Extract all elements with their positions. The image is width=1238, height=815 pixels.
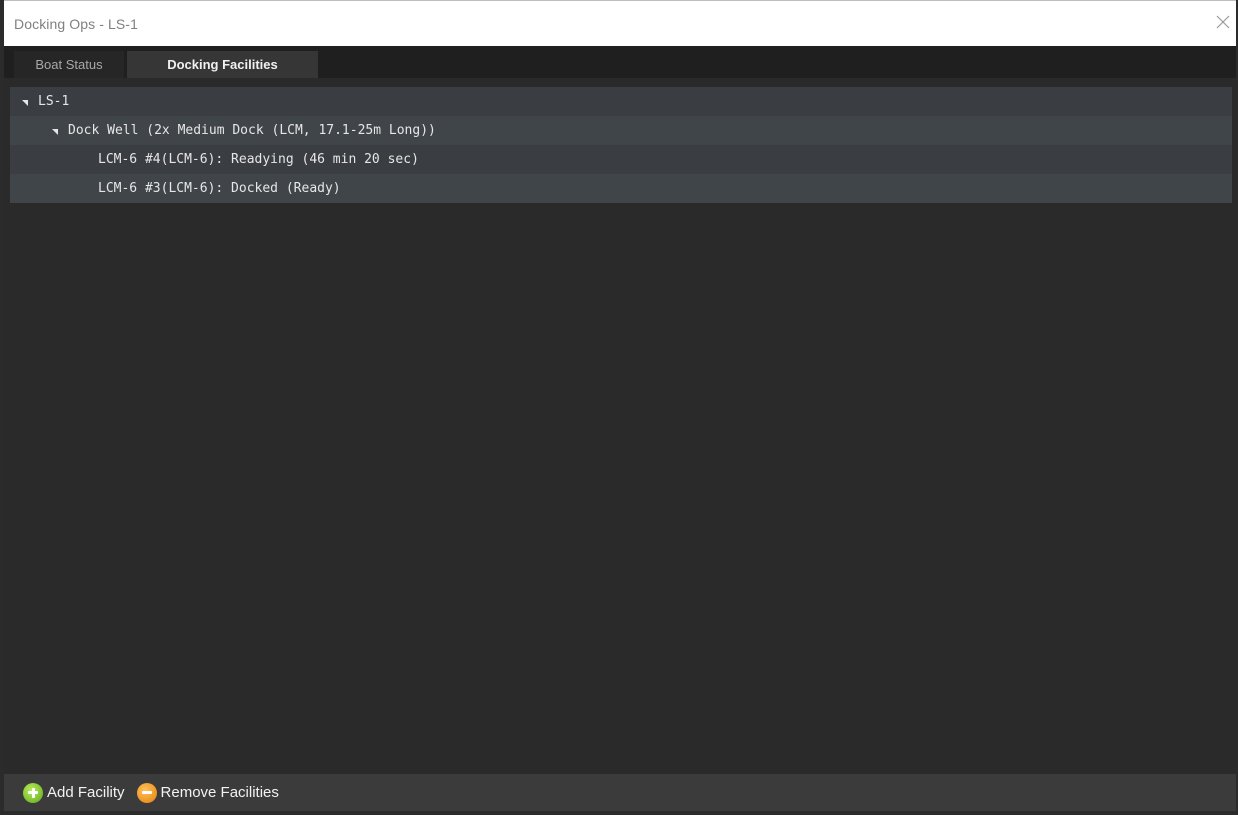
tree-node-label: LCM-6 #4(LCM-6): Readying (46 min 20 sec… [98, 152, 419, 167]
tab-strip: Boat Status Docking Facilities [4, 46, 1236, 78]
remove-icon [136, 782, 157, 803]
window-title: Docking Ops - LS-1 [14, 16, 138, 32]
tree-node-lcm-6-3[interactable]: LCM-6 #3(LCM-6): Docked (Ready) [10, 174, 1232, 203]
add-facility-label: Add Facility [47, 784, 125, 801]
footer-toolbar: Add Facility Remove Facilities [4, 774, 1236, 811]
expand-arrow-icon[interactable] [52, 128, 58, 135]
remove-facilities-label: Remove Facilities [160, 784, 279, 801]
tree-node-lcm-6-4[interactable]: LCM-6 #4(LCM-6): Readying (46 min 20 sec… [10, 145, 1232, 174]
tree-node-label: LCM-6 #3(LCM-6): Docked (Ready) [98, 181, 341, 196]
close-icon [1216, 15, 1230, 29]
title-bar: Docking Ops - LS-1 [4, 0, 1236, 46]
expand-arrow-icon[interactable] [22, 99, 28, 106]
tree-node-ls-1[interactable]: LS-1 [10, 87, 1232, 116]
tree-node-label: LS-1 [38, 94, 70, 109]
tab-docking-facilities[interactable]: Docking Facilities [127, 51, 318, 78]
remove-facilities-button[interactable]: Remove Facilities [136, 782, 279, 803]
add-icon [23, 782, 43, 803]
docking-facilities-panel: LS-1 Dock Well (2x Medium Dock (LCM, 17.… [4, 78, 1236, 774]
add-facility-button[interactable]: Add Facility [23, 782, 125, 803]
tree-node-dock-well[interactable]: Dock Well (2x Medium Dock (LCM, 17.1-25m… [10, 116, 1232, 145]
tree-node-label: Dock Well (2x Medium Dock (LCM, 17.1-25m… [68, 123, 436, 138]
close-button[interactable] [1212, 11, 1234, 33]
tab-boat-status[interactable]: Boat Status [14, 51, 124, 78]
facilities-tree: LS-1 Dock Well (2x Medium Dock (LCM, 17.… [10, 87, 1232, 203]
docking-ops-window: Docking Ops - LS-1 Boat Status Docking F… [0, 0, 1238, 815]
